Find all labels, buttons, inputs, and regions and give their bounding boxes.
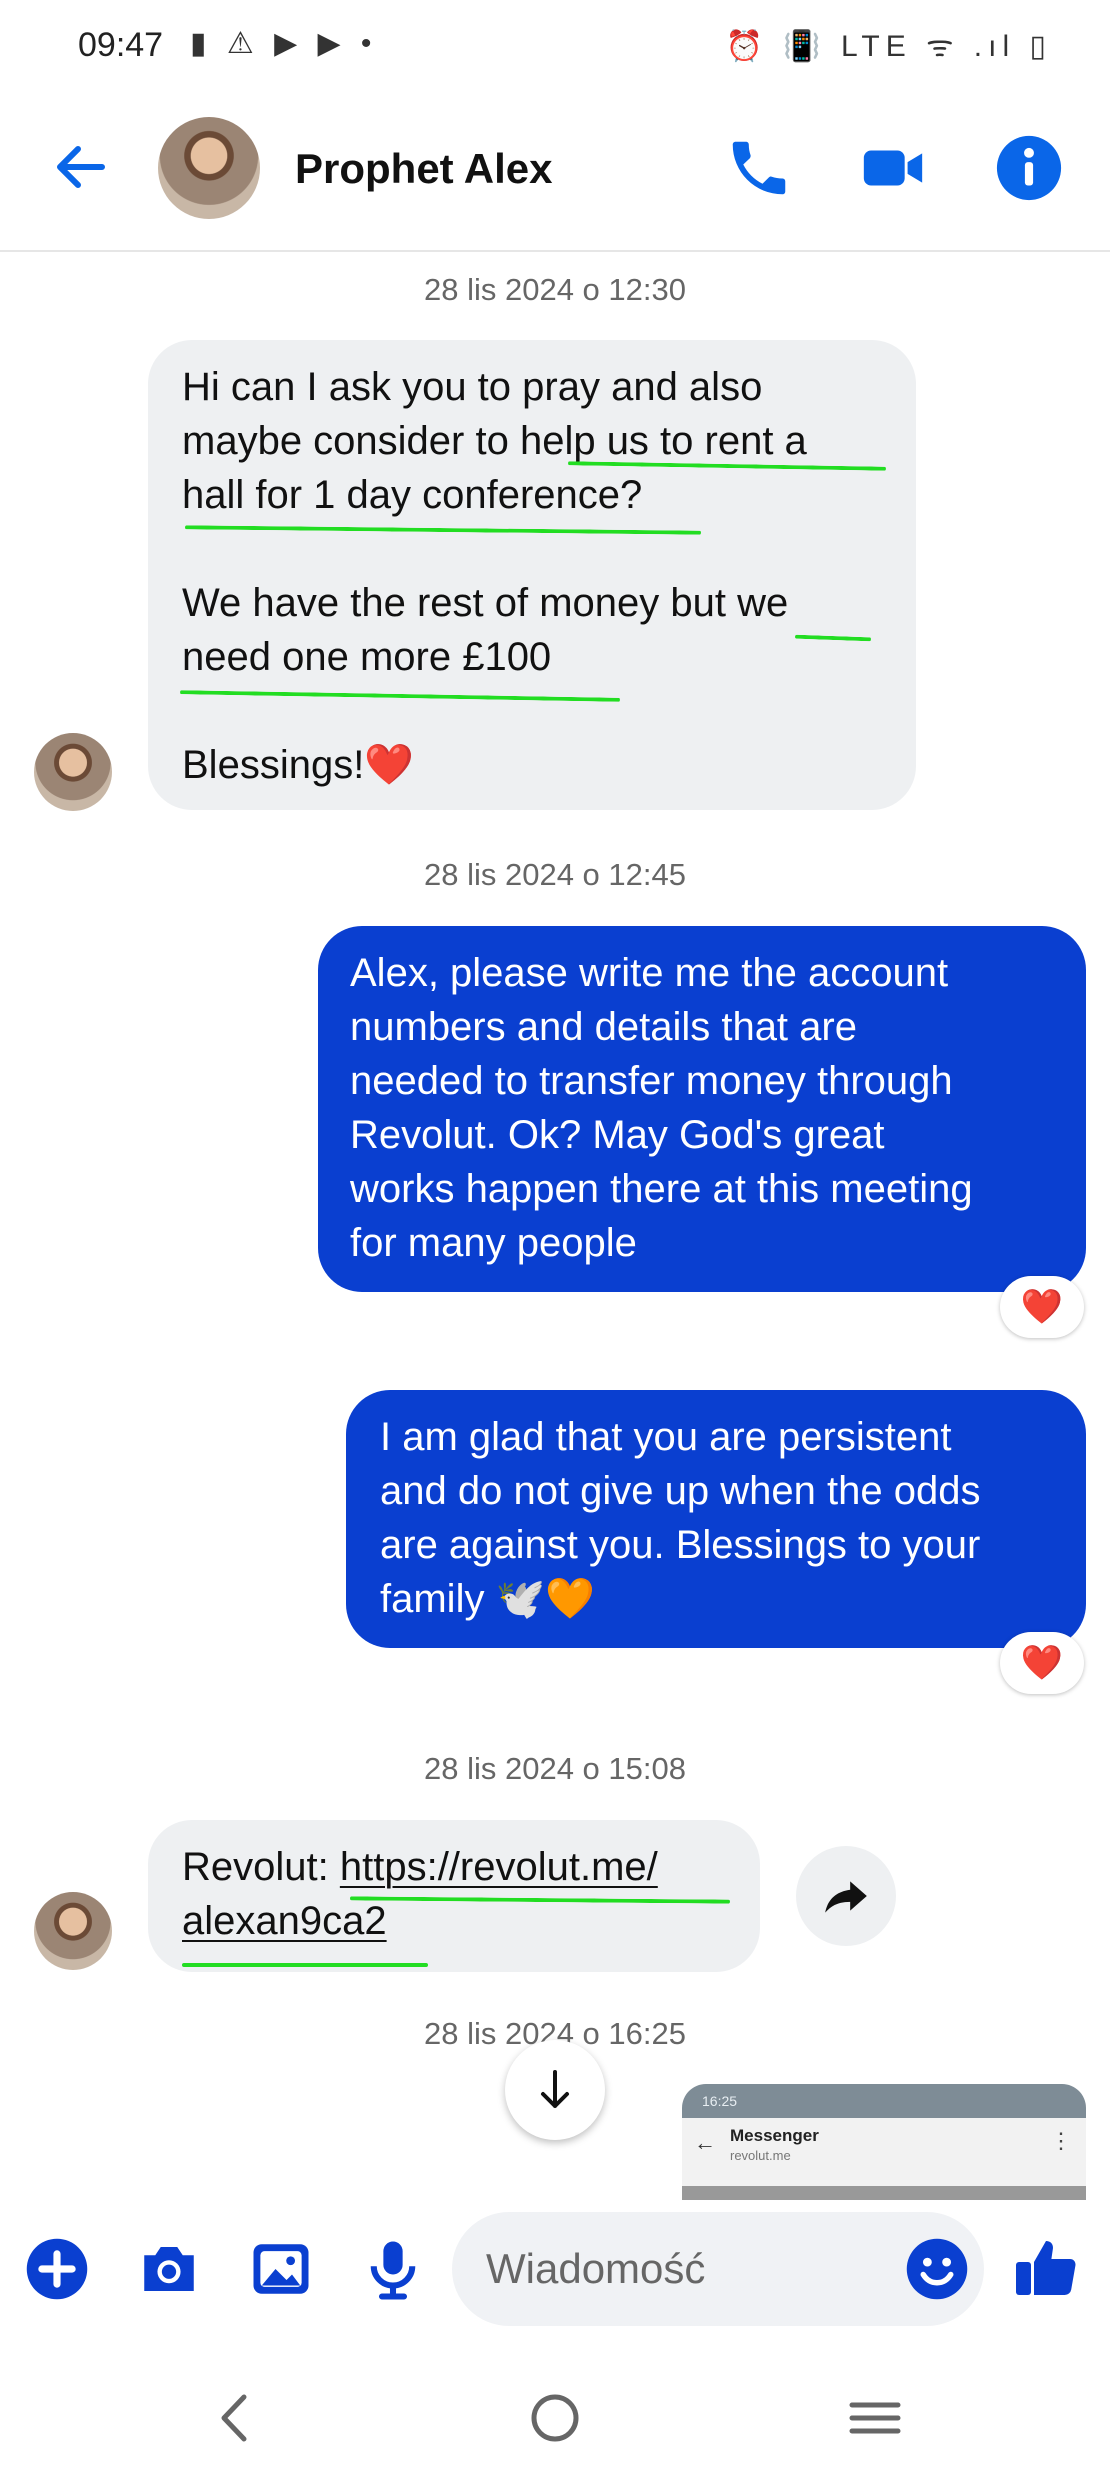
- message-line: Blessings!❤️: [182, 743, 415, 787]
- message-line: are against you. Blessings to your: [380, 1523, 981, 1567]
- heart-reaction[interactable]: ❤️: [1000, 1632, 1084, 1694]
- message-line: need one more £100: [182, 635, 552, 679]
- preview-more-icon: ⋮: [1050, 2128, 1072, 2153]
- outgoing-message[interactable]: I am glad that you are persistent and do…: [346, 1390, 1086, 1648]
- back-arrow-icon[interactable]: [48, 135, 112, 199]
- phone-icon[interactable]: [724, 133, 794, 203]
- highlight-mark: [182, 1963, 428, 1967]
- screenshot-preview[interactable]: 16:25 ← Messenger revolut.me ⋮: [682, 2084, 1086, 2200]
- forward-button[interactable]: [796, 1846, 896, 1946]
- preview-status-bar: 16:25: [682, 2084, 1086, 2118]
- revolut-link[interactable]: https://revolut.me/: [340, 1845, 658, 1889]
- gallery-icon[interactable]: [248, 2236, 314, 2302]
- contact-name[interactable]: Prophet Alex: [295, 145, 553, 193]
- contact-avatar-small[interactable]: [34, 1892, 112, 1970]
- scroll-to-bottom-button[interactable]: [505, 2040, 605, 2140]
- message-line: family 🕊️🧡: [380, 1577, 596, 1621]
- timestamp: 28 lis 2024 o 12:30: [424, 272, 686, 307]
- incoming-message[interactable]: Revolut: https://revolut.me/ alexan9ca2: [148, 1820, 760, 1972]
- plus-icon[interactable]: [24, 2236, 90, 2302]
- video-camera-icon[interactable]: [858, 133, 928, 203]
- emoji-icon[interactable]: [904, 2236, 970, 2302]
- message-placeholder: Wiadomość: [486, 2245, 706, 2292]
- message-prefix: Revolut:: [182, 1845, 340, 1889]
- message-line: works happen there at this meeting: [350, 1167, 973, 1211]
- message-line: Alex, please write me the account: [350, 951, 949, 995]
- preview-url: revolut.me: [730, 2148, 791, 2163]
- nav-back-icon[interactable]: [200, 2383, 270, 2453]
- timestamp: 28 lis 2024 o 15:08: [424, 1751, 686, 1786]
- preview-app-title: Messenger: [730, 2126, 819, 2145]
- message-line: I am glad that you are persistent: [380, 1415, 952, 1459]
- preview-back-icon: ←: [694, 2130, 716, 2155]
- system-icons: ⏰ 📳 LTE ᯤ .ıl ▯: [725, 30, 1052, 63]
- heart-reaction[interactable]: ❤️: [1000, 1276, 1084, 1338]
- nav-home-icon[interactable]: [520, 2383, 590, 2453]
- message-line: numbers and details that are: [350, 1005, 857, 1049]
- message-line: and do not give up when the odds: [380, 1469, 981, 1513]
- message-line: Revolut. Ok? May God's great: [350, 1113, 885, 1157]
- forward-arrow-icon: [825, 1881, 867, 1913]
- thumbs-up-icon[interactable]: [1010, 2232, 1082, 2304]
- message-line: maybe consider to help us to rent a: [182, 419, 807, 463]
- outgoing-message[interactable]: Alex, please write me the account number…: [318, 926, 1086, 1292]
- message-input[interactable]: Wiadomość: [452, 2212, 984, 2326]
- message-line: Hi can I ask you to pray and also: [182, 365, 763, 409]
- contact-avatar[interactable]: [158, 117, 260, 219]
- down-arrow-icon: [541, 2070, 569, 2108]
- timestamp: 28 lis 2024 o 12:45: [424, 857, 686, 892]
- status-bar: 09:47 ▮ ⚠ ▶ ▶ • ⏰ 📳 LTE ᯤ .ıl ▯: [0, 0, 1110, 95]
- camera-icon[interactable]: [136, 2236, 202, 2302]
- message-line: needed to transfer money through: [350, 1059, 953, 1103]
- microphone-icon[interactable]: [360, 2236, 426, 2302]
- chat-header: Prophet Alex: [0, 95, 1110, 252]
- nav-recents-icon[interactable]: [840, 2383, 910, 2453]
- notification-icons: ▮ ⚠ ▶ ▶ •: [190, 27, 378, 60]
- message-line: for many people: [350, 1221, 637, 1265]
- message-line: hall for 1 day conference?: [182, 473, 643, 517]
- message-line: We have the rest of money but we: [182, 581, 789, 625]
- status-time: 09:47: [78, 26, 164, 64]
- info-icon[interactable]: [994, 133, 1064, 203]
- contact-avatar-small[interactable]: [34, 733, 112, 811]
- revolut-link[interactable]: alexan9ca2: [182, 1894, 387, 1948]
- incoming-message[interactable]: Hi can I ask you to pray and also maybe …: [148, 340, 916, 810]
